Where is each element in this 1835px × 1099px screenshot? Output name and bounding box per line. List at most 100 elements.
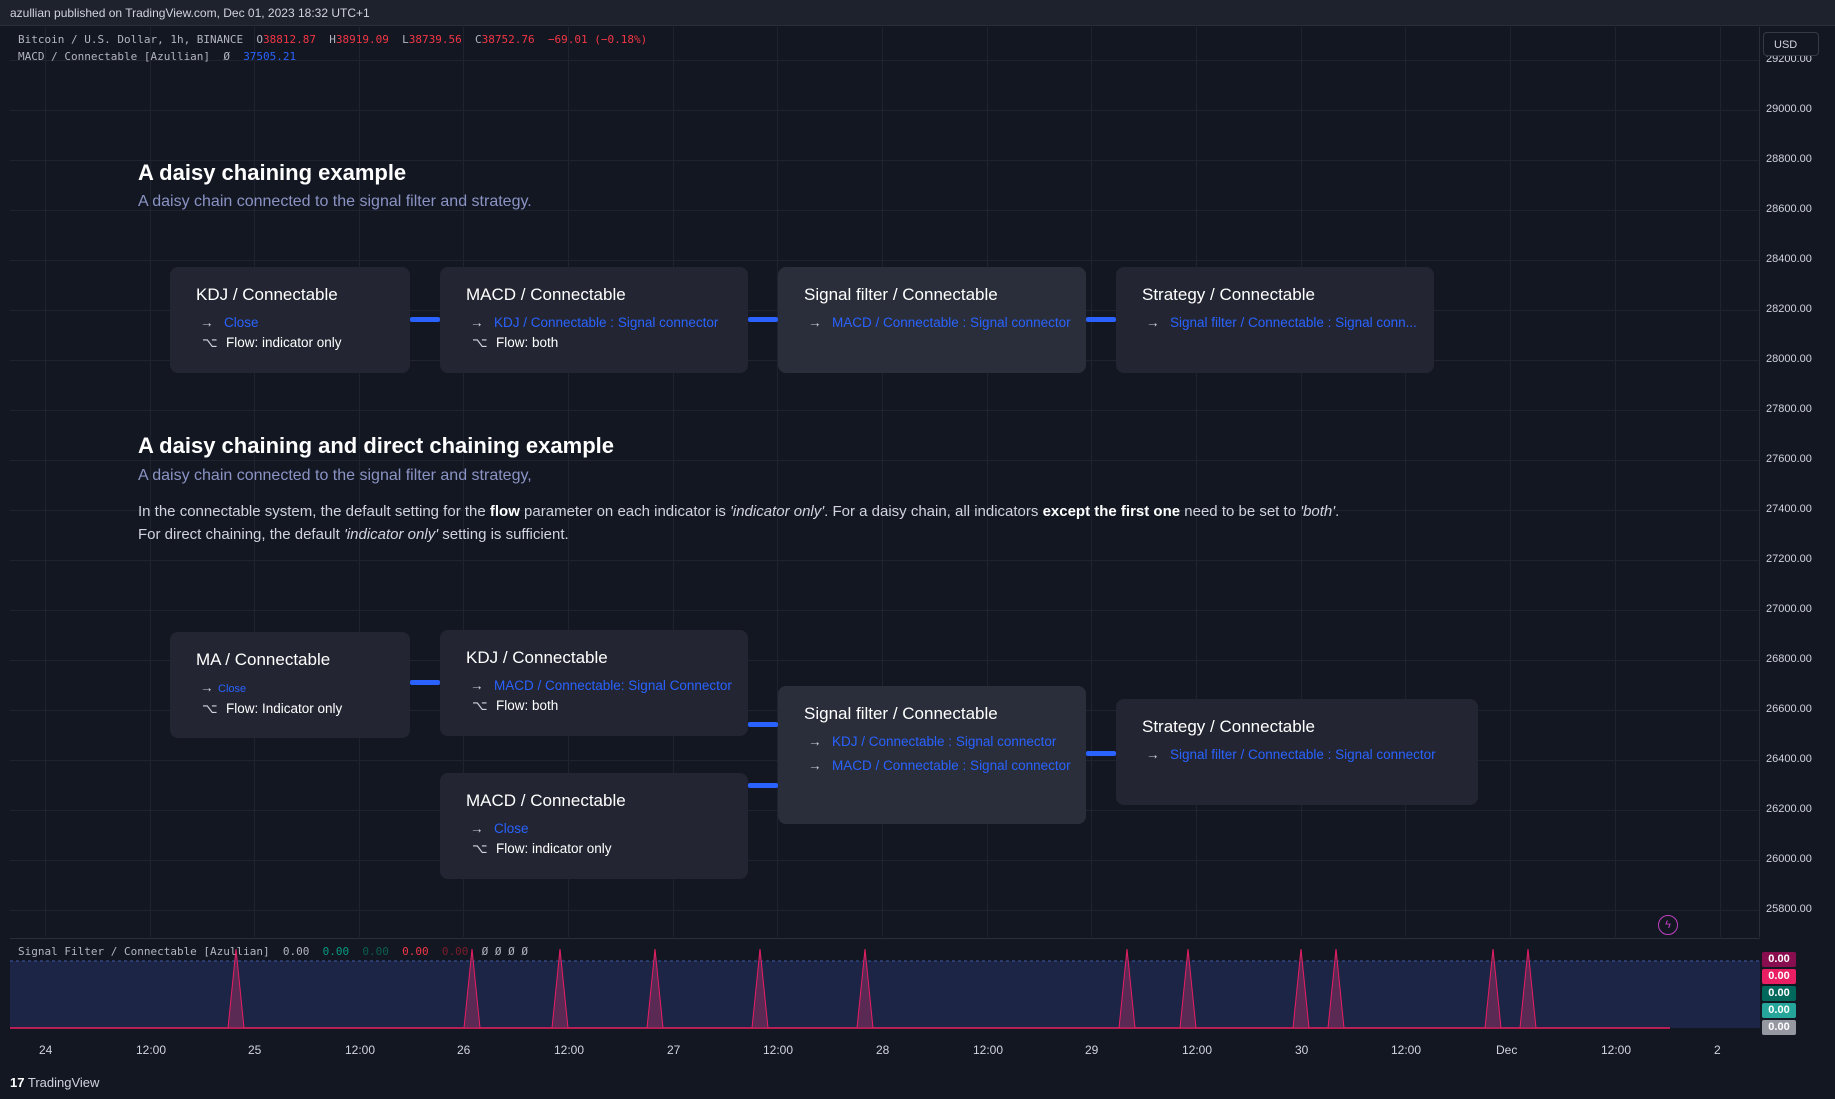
flow-icon: ⌥ [472,841,488,856]
flow-label: Flow: indicator only [496,841,612,856]
time-axis[interactable]: 24 12:00 25 12:00 26 12:00 27 12:00 28 12:00 29 12:… [10,1037,1760,1063]
card-title: Signal filter / Connectable [804,285,998,304]
source-link: MACD / Connectable: Signal Connector [494,678,732,693]
indicator-legend[interactable]: MACD / Connectable [Azullian] Ø 37505.21 [18,50,296,63]
arrow-icon: → [1146,747,1160,762]
card-title: Signal filter / Connectable [804,704,998,723]
time-tick: 12:00 [345,1043,376,1057]
tradingview-logo-icon: 17 [10,1075,25,1090]
pane-legend[interactable]: Signal Filter / Connectable [Azullian] 0… [18,945,528,958]
time-tick: 12:00 [1601,1043,1632,1057]
pane-value-4: 0.00 [402,945,429,958]
open-value: 38812.87 [263,33,317,46]
card-macd: MACD / Connectable → KDJ / Connectable : … [440,267,748,373]
grid-line-vertical [1510,27,1511,937]
time-tick: 12:00 [763,1043,794,1057]
card-kdj-2: KDJ / Connectable → MACD / Connectable: S… [440,630,748,736]
flow-label: Flow: both [496,698,559,713]
pane-value-5: 0.00 [441,945,469,958]
arrow-icon: → [200,680,214,695]
indicator-name: MACD / Connectable [Azullian] [18,50,211,63]
time-tick: 12:00 [554,1043,585,1057]
change-value: −69.01 (−0.18%) [547,33,648,46]
symbol-name: Bitcoin / U.S. Dollar, 1h, BINANCE [18,33,244,46]
flow-label: Flow: both [496,335,559,350]
flow-label: Flow: Indicator only [226,701,343,716]
pane-value-tag: 0.00 [1762,969,1796,984]
publish-info-bar: azullian published on TradingView.com, D… [0,0,1835,26]
time-tick: 12:00 [136,1043,167,1057]
grid-line-horizontal [10,610,1759,611]
section2-title: A daisy chaining and direct chaining exa… [138,433,614,458]
price-tick: 27400.00 [1766,503,1812,515]
source-link: Signal filter / Connectable : Signal con… [1170,315,1417,330]
source-link: KDJ / Connectable : Signal connector [832,734,1057,749]
price-tick: 25800.00 [1766,903,1812,915]
indicator-value: 37505.21 [243,50,297,63]
publish-info: azullian published on TradingView.com, D… [10,6,370,20]
pane-empty-values: Ø Ø Ø Ø [481,945,529,958]
connector-line [748,783,778,788]
flow-icon: ⌥ [202,335,218,350]
card-signal-filter-2: Signal filter / Connectable → KDJ / Conne… [778,686,1086,824]
explanation-line-2: For direct chaining, the default 'indica… [138,526,569,543]
time-tick: Dec [1496,1043,1518,1057]
arrow-icon: → [470,821,484,836]
card-title: MA / Connectable [196,650,331,669]
time-tick: 12:00 [1182,1043,1213,1057]
price-tick: 27600.00 [1766,453,1812,465]
source-link: Signal filter / Connectable : Signal con… [1170,747,1436,762]
price-axis[interactable]: 29200.00 29000.00 28800.00 28600.00 28400.00… [1760,27,1835,937]
time-tick: 28 [876,1043,890,1057]
grid-line-horizontal [10,410,1759,411]
flow-icon: ⌥ [202,701,218,716]
time-tick: 24 [39,1043,53,1057]
footer-bar: 17 TradingView [0,1066,1835,1099]
grid-line-horizontal [10,860,1759,861]
section2-subtitle: A daisy chain connected to the signal fi… [138,467,532,484]
symbol-legend[interactable]: Bitcoin / U.S. Dollar, 1h, BINANCE O3881… [18,33,647,46]
card-strategy-2: Strategy / Connectable → Signal filter / … [1116,699,1478,805]
pane-value-tag: 0.00 [1762,1003,1796,1018]
low-label: L [402,33,409,46]
time-tick: 30 [1295,1043,1309,1057]
price-tick: 28000.00 [1766,353,1812,365]
close-value: 38752.76 [481,33,535,46]
flow-label: Flow: indicator only [226,335,342,350]
grid-line-vertical [45,27,46,937]
price-tick: 26000.00 [1766,853,1812,865]
time-tick: 2 [1714,1043,1721,1057]
price-tick: 26600.00 [1766,703,1812,715]
time-tick: 27 [667,1043,681,1057]
grid-line-horizontal [10,260,1759,261]
connector-line [748,722,778,727]
flow-icon: ⌥ [472,335,488,350]
source-link: KDJ / Connectable : Signal connector [494,315,719,330]
time-tick: 25 [248,1043,262,1057]
indicator-symbol: Ø [223,50,230,63]
price-tick: 27200.00 [1766,553,1812,565]
connector-line [748,317,778,322]
price-tick: 27800.00 [1766,403,1812,415]
explanation-paragraph: In the connectable system, the default s… [138,500,1339,546]
arrow-icon: → [470,678,484,693]
card-strategy: Strategy / Connectable → Signal filter / … [1116,267,1434,373]
time-tick: 12:00 [1391,1043,1422,1057]
source-link: Close [218,683,247,695]
grid-line-horizontal [10,560,1759,561]
high-label: H [329,33,336,46]
connector-line [410,317,440,322]
arrow-icon: → [200,315,214,330]
card-title: MACD / Connectable [466,791,626,810]
price-tick: 29000.00 [1766,103,1812,115]
grid-line-vertical [1720,27,1721,937]
arrow-icon: → [470,315,484,330]
arrow-icon: → [808,734,822,749]
flow-icon: ⌥ [472,698,488,713]
currency-button[interactable]: USD [1763,32,1819,56]
grid-line-vertical [1615,27,1616,937]
time-tick: 12:00 [973,1043,1004,1057]
card-title: KDJ / Connectable [466,648,608,667]
lightning-icon[interactable]: ϟ [1658,915,1678,935]
price-tick: 27000.00 [1766,603,1812,615]
